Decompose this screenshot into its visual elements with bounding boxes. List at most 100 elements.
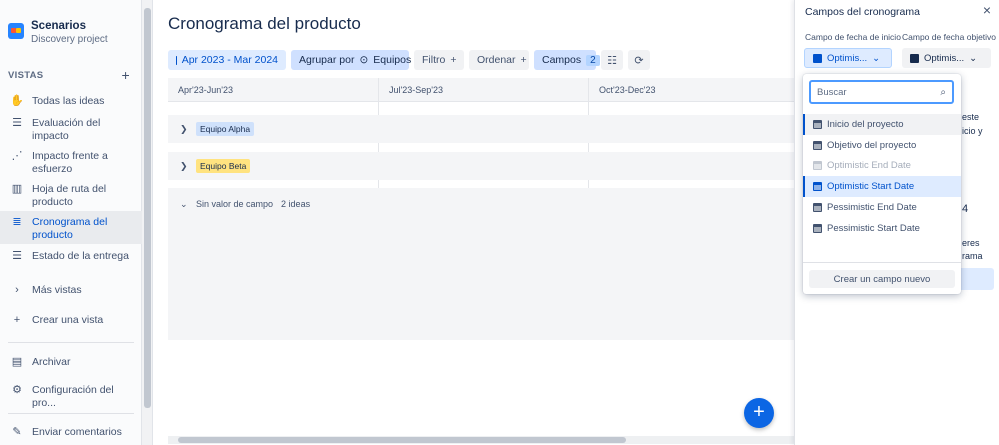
date-range-label: Apr 2023 - Mar 2024 [181, 54, 278, 66]
group-row-alpha[interactable]: ❯ Equipo Alpha [168, 115, 794, 143]
group-row-beta[interactable]: ❯ Equipo Beta [168, 152, 794, 180]
fields-button[interactable]: Campos 2 [534, 50, 600, 70]
sidebar-item-impact[interactable]: ☰ Evaluación del impacto [0, 112, 142, 145]
panel-text-fragment: icio y [962, 126, 983, 136]
archive-icon: ▤ [11, 356, 23, 368]
timeline-header: Apr'23-Jun'23 Jul'23-Sep'23 Oct'23-Dec'2… [168, 78, 794, 102]
sidebar-item-settings[interactable]: ⚙ Configuración del pro... [0, 379, 142, 409]
timeline-column: Apr'23-Jun'23 [178, 85, 233, 95]
option-inicio-proyecto[interactable]: Inicio del proyecto [803, 114, 961, 135]
close-icon[interactable]: × [983, 2, 991, 18]
sidebar-item-archive[interactable]: ▤ Archivar [0, 351, 142, 379]
option-pessimistic-end[interactable]: Pessimistic End Date [803, 197, 961, 218]
sidebar-item-impact-effort[interactable]: ⋰ Impacto frente a esfuerzo [0, 145, 142, 178]
project-name: Scenarios [31, 20, 86, 32]
search-field[interactable]: ⌕ [809, 80, 954, 104]
sidebar-item-timeline[interactable]: ≣ Cronograma del producto [0, 211, 142, 244]
group-by-button[interactable]: Agrupar por ⊙ Equipos [291, 50, 411, 70]
add-view-icon[interactable]: + [122, 68, 130, 82]
start-field-select[interactable]: Optimis... ⌄ [804, 48, 892, 68]
sidebar-item-all-ideas[interactable]: ✋ Todas las ideas [0, 90, 142, 112]
sidebar-item-label: Evaluación del impacto [32, 117, 101, 142]
horizontal-scrollbar[interactable] [168, 436, 794, 444]
scrollbar-thumb[interactable] [178, 437, 626, 443]
panel-button-fragment[interactable] [958, 268, 994, 290]
sidebar-scrollbar[interactable] [142, 0, 153, 445]
option-pessimistic-start[interactable]: Pessimistic Start Date [803, 218, 961, 239]
sidebar-item-label: Más vistas [32, 284, 82, 296]
chevron-down-icon[interactable]: ⌄ [180, 199, 188, 210]
gear-icon: ⚙ [12, 384, 22, 396]
add-idea-button[interactable]: + [744, 398, 774, 428]
option-optimistic-start[interactable]: Optimistic Start Date [803, 176, 961, 198]
start-field-value: Optimis... [827, 52, 868, 64]
start-field-label: Campo de fecha de inicio [805, 32, 901, 42]
sidebar-item-roadmap[interactable]: ▥ Hoja de ruta del producto [0, 178, 142, 211]
project-header[interactable]: Scenarios Discovery project [8, 20, 108, 45]
panel-text-fragment: eres [962, 238, 980, 248]
group-tag: Equipo Alpha [196, 122, 255, 136]
chevron-right-icon[interactable]: ❯ [180, 161, 188, 172]
calendar-icon [813, 161, 822, 171]
sidebar-divider [8, 413, 134, 414]
calendar-icon [813, 223, 822, 233]
refresh-icon[interactable]: ⟳ [628, 50, 650, 70]
sidebar-item-feedback[interactable]: ✎ Enviar comentarios [0, 422, 142, 438]
calendar-icon [813, 119, 822, 129]
calendar-icon [910, 53, 919, 63]
calendar-icon [176, 55, 177, 65]
group-tag: Equipo Beta [196, 159, 251, 173]
sidebar-item-label: Estado de la entrega [32, 250, 129, 262]
timeline-grid: Apr'23-Jun'23 Jul'23-Sep'23 Oct'23-Dec'2… [168, 78, 794, 340]
list-icon: ☰ [12, 250, 22, 262]
plus-icon: + [13, 314, 21, 326]
plus-icon: + [520, 54, 527, 66]
main-content: Cronograma del producto Apr 2023 - Mar 2… [154, 0, 794, 445]
panel-text-fragment: rama [962, 251, 983, 261]
sidebar-item-label: Todas las ideas [32, 95, 105, 107]
megaphone-icon: ✎ [12, 426, 22, 438]
dropdown-divider [803, 262, 961, 263]
option-label: Optimistic Start Date [827, 181, 915, 193]
panel-text-fragment: este [962, 112, 980, 122]
chevron-right-icon: › [15, 284, 19, 296]
date-range-button[interactable]: Apr 2023 - Mar 2024 [168, 50, 286, 70]
board-icon: ▥ [11, 183, 23, 195]
sidebar-item-label: Archivar [32, 356, 71, 368]
empty-group-label: Sin valor de campo [196, 199, 274, 209]
search-input[interactable] [817, 86, 927, 98]
sidebar-item-create-view[interactable]: + Crear una vista [0, 306, 142, 334]
panel-text-fragment: 4 [962, 203, 969, 215]
sidebar: Scenarios Discovery project VISTAS + ✋ T… [0, 0, 142, 445]
sidebar-item-label: Configuración del pro... [32, 384, 114, 409]
sidebar-item-label: Crear una vista [32, 314, 104, 326]
project-logo-icon [8, 23, 24, 39]
sidebar-item-label: Cronograma del producto [32, 216, 108, 241]
sidebar-item-more-views[interactable]: › Más vistas [0, 278, 142, 306]
scatter-chart-icon: ⋰ [11, 150, 23, 162]
chevron-right-icon[interactable]: ❯ [180, 124, 188, 135]
chevron-down-icon: ⌄ [969, 52, 978, 64]
timeline-icon: ≣ [12, 216, 22, 228]
sidebar-item-label: Hoja de ruta del producto [32, 183, 107, 208]
toolbar: Apr 2023 - Mar 2024 Agrupar por ⊙ Equipo… [168, 50, 650, 70]
date-field-dropdown: ⌕ Inicio del proyecto Objetivo del proye… [803, 74, 961, 294]
fields-label: Campos [542, 54, 582, 66]
views-header-label: VISTAS [8, 70, 44, 81]
sort-label: Ordenar [477, 54, 516, 66]
option-objetivo-proyecto[interactable]: Objetivo del proyecto [803, 135, 961, 156]
create-field-button[interactable]: Crear un campo nuevo [809, 270, 955, 288]
scrollbar-thumb[interactable] [144, 8, 151, 408]
sidebar-item-delivery[interactable]: ☰ Estado de la entrega [0, 244, 142, 278]
layout-options-icon[interactable]: ☷ [601, 50, 623, 70]
chevron-circle-icon: ⊙ [359, 54, 369, 66]
calendar-icon [813, 203, 822, 213]
filter-button[interactable]: Filtro + [414, 50, 464, 70]
target-field-value: Optimis... [924, 52, 965, 64]
option-label: Pessimistic End Date [827, 202, 917, 214]
group-row-empty[interactable]: ⌄ Sin valor de campo 2 ideas [168, 188, 794, 340]
sort-button[interactable]: Ordenar + [469, 50, 529, 70]
calendar-icon [813, 140, 822, 150]
target-field-select[interactable]: Optimis... ⌄ [902, 48, 991, 68]
sidebar-nav: ✋ Todas las ideas ☰ Evaluación del impac… [0, 90, 142, 438]
